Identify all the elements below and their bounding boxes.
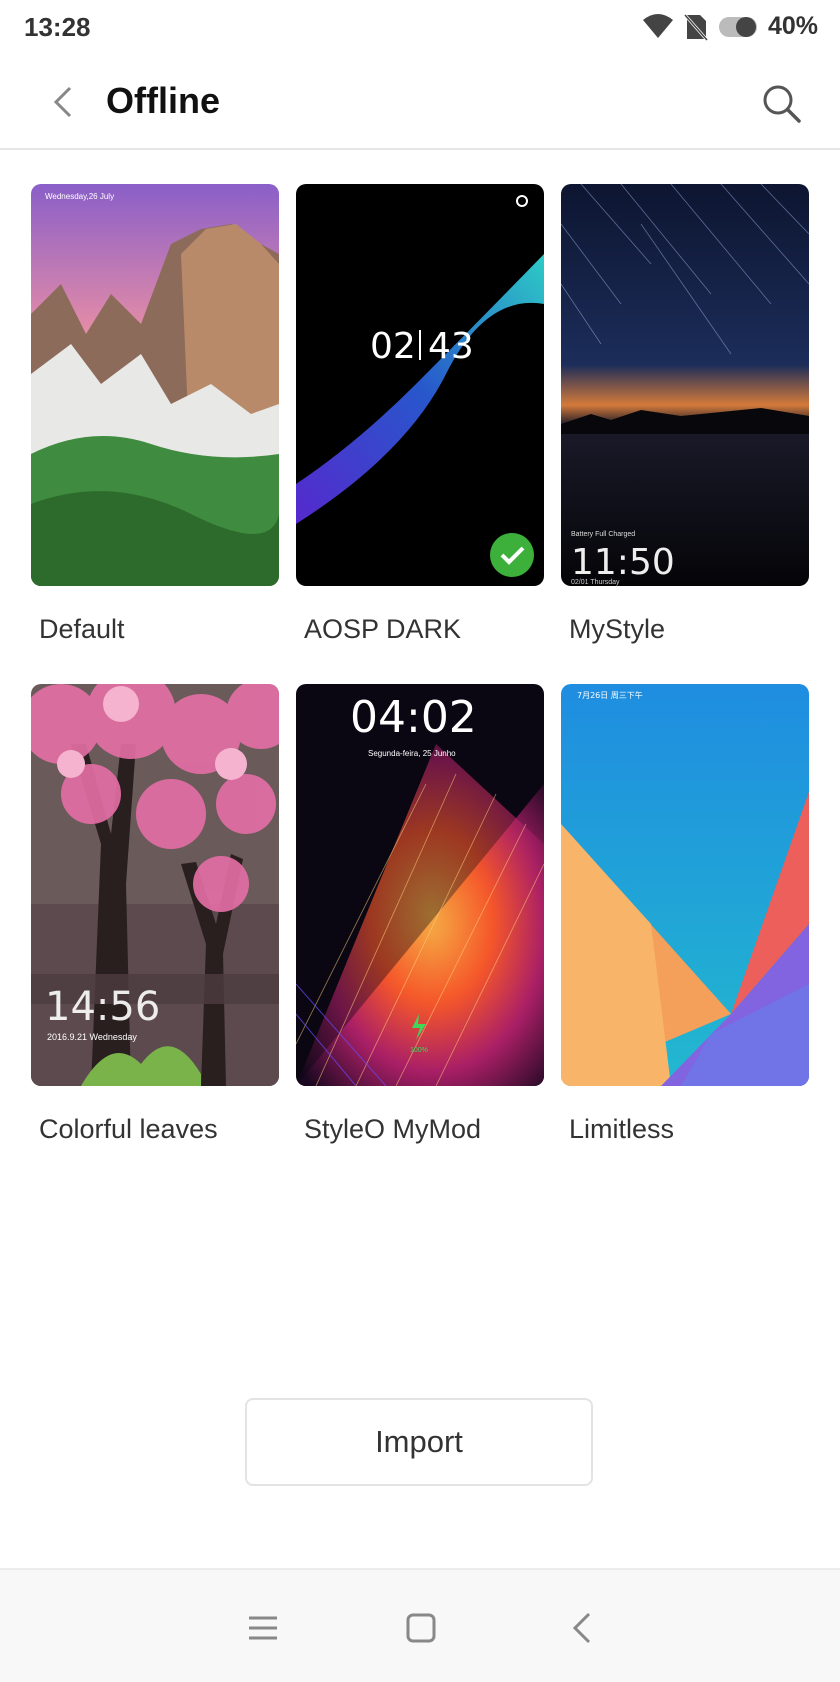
back-arrow-icon[interactable]	[44, 82, 84, 122]
preview-date: 2016.9.21 Wednesday	[47, 1032, 137, 1042]
theme-preview-colorful-leaves[interactable]: 14:56 2016.9.21 Wednesday	[31, 684, 279, 1086]
theme-name: Default	[39, 614, 125, 644]
battery-toggle-icon	[718, 16, 757, 37]
preview-clock-minutes: 43	[428, 326, 474, 367]
theme-name: Colorful leaves	[39, 1114, 218, 1144]
theme-preview-limitless[interactable]: 7月26日 周三下午	[561, 684, 809, 1086]
theme-name: MyStyle	[569, 614, 666, 644]
preview-clock: 14:56	[45, 984, 160, 1030]
preview-date: 7月26日 周三下午	[577, 690, 643, 700]
home-icon[interactable]	[401, 1608, 441, 1648]
page-title: Offline	[106, 80, 220, 121]
no-sim-icon	[683, 13, 708, 41]
import-button[interactable]: Import	[245, 1398, 593, 1486]
search-icon[interactable]	[760, 82, 802, 124]
wifi-icon	[642, 13, 673, 38]
theme-preview-default[interactable]: Wednesday,26 July	[31, 184, 279, 586]
theme-preview-styleo-mymod[interactable]: 04:02 Segunda-feira, 25 Junho 100%	[296, 684, 544, 1086]
theme-name: Limitless	[569, 1114, 675, 1144]
theme-preview-mystyle[interactable]: Battery Full Charged 11:50 02/01 Thursda…	[561, 184, 809, 586]
preview-date: 02/01 Thursday	[571, 579, 620, 586]
theme-name: StyleO MyMod	[304, 1114, 482, 1144]
preview-clock: 11:50	[571, 542, 675, 583]
back-icon[interactable]	[563, 1608, 603, 1648]
menu-icon[interactable]	[243, 1608, 283, 1648]
preview-status: Battery Full Charged	[571, 531, 635, 538]
status-bar: 13:28 40%	[0, 0, 840, 56]
preview-date: Wednesday,26 July	[45, 192, 114, 201]
battery-percent: 40%	[767, 12, 818, 40]
app-bar: Offline	[0, 56, 840, 150]
theme-preview-aosp-dark[interactable]: 02 43	[296, 184, 544, 586]
preview-date: Segunda-feira, 25 Junho	[368, 749, 456, 758]
preview-charge: 100%	[410, 1047, 428, 1054]
status-time: 13:28	[24, 12, 91, 42]
theme-name: AOSP DARK	[304, 614, 462, 644]
preview-clock: 04:02	[350, 692, 477, 743]
preview-clock-hours: 02	[370, 326, 416, 367]
system-nav-bar	[0, 1568, 840, 1682]
